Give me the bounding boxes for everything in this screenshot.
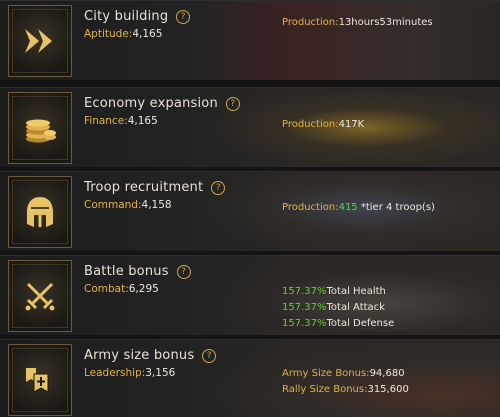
panel-title-text: Troop recruitment bbox=[84, 180, 204, 195]
panel-title-text: Economy expansion bbox=[84, 96, 218, 111]
stat-value: 4,165 bbox=[132, 28, 163, 40]
panel-economy-expansion: Economy expansion ? Finance:4,165 Produc… bbox=[0, 87, 500, 167]
panel-title: Battle bonus ? bbox=[84, 264, 191, 279]
production-value: 417K bbox=[338, 119, 365, 130]
command-stat: Command:4,158 bbox=[84, 199, 172, 211]
stat-value: 3,156 bbox=[145, 367, 176, 379]
panel-title: Economy expansion ? bbox=[84, 96, 240, 111]
panel-battle-bonus: Battle bonus ? Combat:6,295 157.37%Total… bbox=[0, 255, 500, 335]
stat-label: Combat: bbox=[84, 283, 129, 295]
economy-icon-frame bbox=[8, 92, 72, 164]
panel-title: City building ? bbox=[84, 9, 191, 24]
total-defense-line: 157.37%Total Defense bbox=[282, 318, 394, 329]
leadership-stat: Leadership:3,156 bbox=[84, 367, 175, 379]
panel-title: Troop recruitment ? bbox=[84, 180, 226, 195]
bonus-percent: 157.37% bbox=[282, 318, 327, 329]
total-health-line: 157.37%Total Health bbox=[282, 286, 386, 297]
coins-icon bbox=[26, 119, 56, 143]
bonus-label: Total Defense bbox=[326, 318, 395, 329]
panel-title: Army size bonus ? bbox=[84, 348, 217, 363]
stat-value: 4,158 bbox=[141, 199, 172, 211]
stat-value: 6,295 bbox=[128, 283, 159, 295]
city-building-icon-frame bbox=[8, 5, 72, 77]
bonus-percent: 157.37% bbox=[282, 302, 327, 313]
stat-label: Leadership: bbox=[84, 367, 146, 379]
help-button[interactable]: ? bbox=[211, 180, 226, 195]
battle-icon-frame bbox=[8, 260, 72, 332]
helmet-icon bbox=[27, 197, 53, 227]
panel-background-art bbox=[200, 1, 500, 80]
panel-title-text: Army size bonus bbox=[84, 348, 195, 363]
production-value: 13hours53minutes bbox=[338, 17, 433, 28]
panel-title-text: City building bbox=[84, 9, 169, 24]
rally-size-bonus-line: Rally Size Bonus:315,600 bbox=[282, 384, 409, 395]
bonus-label: Total Attack bbox=[326, 302, 385, 313]
aptitude-stat: Aptitude:4,165 bbox=[84, 28, 162, 40]
army-icon-frame bbox=[8, 344, 72, 416]
total-attack-line: 157.37%Total Attack bbox=[282, 302, 385, 313]
production-label: Production: bbox=[282, 119, 339, 130]
bonus-value: 94,680 bbox=[369, 368, 405, 379]
production-line: Production:417K bbox=[282, 119, 364, 130]
stat-label: Aptitude: bbox=[84, 28, 133, 40]
help-button[interactable]: ? bbox=[176, 9, 191, 24]
finance-stat: Finance:4,165 bbox=[84, 115, 158, 127]
panel-army-size-bonus: Army size bonus ? Leadership:3,156 Army … bbox=[0, 339, 500, 417]
stat-value: 4,165 bbox=[127, 115, 158, 127]
combat-stat: Combat:6,295 bbox=[84, 283, 159, 295]
bonus-label: Total Health bbox=[326, 286, 386, 297]
production-line: Production:13hours53minutes bbox=[282, 17, 433, 28]
production-value: 415 bbox=[338, 202, 358, 213]
bonus-label: Army Size Bonus: bbox=[282, 368, 370, 379]
production-label: Production: bbox=[282, 17, 339, 28]
army-size-bonus-line: Army Size Bonus:94,680 bbox=[282, 368, 405, 379]
help-button[interactable]: ? bbox=[225, 96, 240, 111]
panel-title-text: Battle bonus bbox=[84, 264, 169, 279]
bonus-label: Rally Size Bonus: bbox=[282, 384, 368, 395]
production-line: Production:415 *tier 4 troop(s) bbox=[282, 202, 435, 213]
fast-forward-icon bbox=[25, 29, 52, 53]
production-label: Production: bbox=[282, 202, 339, 213]
help-button[interactable]: ? bbox=[202, 348, 217, 363]
production-suffix: *tier 4 troop(s) bbox=[357, 202, 435, 213]
bonus-value: 315,600 bbox=[367, 384, 409, 395]
panel-troop-recruitment: Troop recruitment ? Command:4,158 Produc… bbox=[0, 171, 500, 251]
stat-label: Finance: bbox=[84, 115, 128, 127]
help-button[interactable]: ? bbox=[176, 264, 191, 279]
panel-city-building: City building ? Aptitude:4,165 Productio… bbox=[0, 0, 500, 80]
crossed-swords-icon bbox=[25, 282, 55, 311]
bonus-percent: 157.37% bbox=[282, 286, 327, 297]
banner-plus-icon bbox=[26, 368, 49, 393]
troop-icon-frame bbox=[8, 176, 72, 248]
stat-label: Command: bbox=[84, 199, 142, 211]
